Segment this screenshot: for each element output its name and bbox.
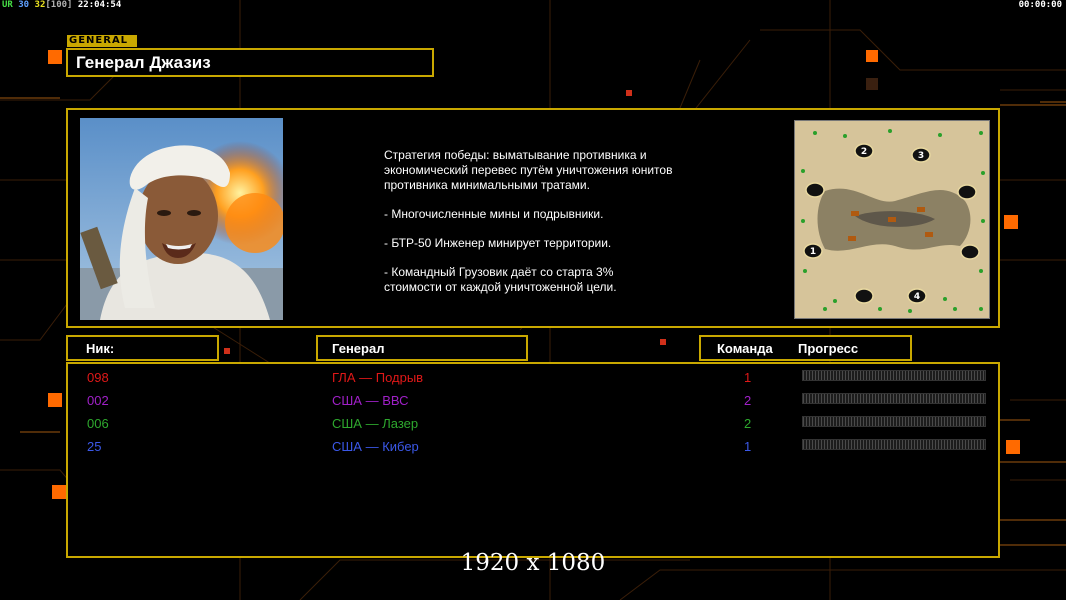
player-team: 1 <box>744 439 752 454</box>
header-team: Команда <box>717 341 773 356</box>
player-progress-bar <box>802 393 986 404</box>
general-description: Стратегия победы: выматывание противника… <box>384 148 744 309</box>
players-panel: 098 ГЛА — Подрыв 1 002 США — ВВС 2 006 С… <box>66 362 1000 558</box>
player-row[interactable]: 098 ГЛА — Подрыв 1 <box>68 367 998 387</box>
player-general: ГЛА — Подрыв <box>332 370 424 385</box>
desc-point-2: - БТР-50 Инженер минирует территории. <box>384 236 612 250</box>
deco-square <box>224 348 230 354</box>
desc-point-3: - Командный Грузовик даёт со старта 3% с… <box>384 265 617 294</box>
player-nick: 002 <box>87 393 109 408</box>
deco-square <box>626 90 632 96</box>
deco-square <box>52 485 66 499</box>
player-row[interactable]: 006 США — Лазер 2 <box>68 413 998 433</box>
player-team: 2 <box>744 393 752 408</box>
hud-stats: UR 30 32[100] 22:04:54 <box>2 0 121 10</box>
player-nick: 098 <box>87 370 109 385</box>
desc-point-1: - Многочисленные мины и подрывники. <box>384 207 604 221</box>
hud-num2: 32 <box>34 0 46 10</box>
header-progress: Прогресс <box>798 341 859 356</box>
player-general: США — ВВС <box>332 393 409 408</box>
hud-timer: 00:00:00 <box>1018 0 1062 10</box>
map-slot-3[interactable]: 3 <box>918 151 924 161</box>
header-nick: Ник: <box>86 341 115 356</box>
resolution-label: 1920 x 1080 <box>460 550 606 576</box>
hud-num3: [100] <box>45 0 73 10</box>
header-nick-box: Ник: <box>66 335 219 361</box>
player-progress-bar <box>802 416 986 427</box>
deco-square <box>1006 440 1020 454</box>
player-team: 2 <box>744 416 752 431</box>
hud-num1: 30 <box>18 0 30 10</box>
header-team-progress-box: Команда Прогресс <box>699 335 912 361</box>
map-slot-4[interactable]: 4 <box>914 292 920 302</box>
player-general: США — Лазер <box>332 416 419 431</box>
deco-square <box>48 393 62 407</box>
header-general-box: Генерал <box>316 335 528 361</box>
deco-square <box>866 50 878 62</box>
player-team: 1 <box>744 370 752 385</box>
player-general: США — Кибер <box>332 439 419 454</box>
desc-strategy: Стратегия победы: выматывание противника… <box>384 148 673 192</box>
general-title-box: Генерал Джазиз <box>66 48 434 77</box>
player-nick: 006 <box>87 416 109 431</box>
general-tag: GENERAL <box>67 35 137 47</box>
player-progress-bar <box>802 439 986 450</box>
map-preview[interactable]: 1 2 3 4 <box>794 120 990 319</box>
hud-tag: UR <box>2 0 13 10</box>
map-slot-1[interactable]: 1 <box>810 247 816 257</box>
deco-square <box>1004 215 1018 229</box>
header-general: Генерал <box>332 341 385 356</box>
deco-square <box>866 78 878 90</box>
player-progress-bar <box>802 370 986 381</box>
map-slot-2[interactable]: 2 <box>861 147 867 157</box>
general-name: Генерал Джазиз <box>76 53 211 72</box>
player-row[interactable]: 002 США — ВВС 2 <box>68 390 998 410</box>
hud-clock: 22:04:54 <box>77 0 122 10</box>
player-row[interactable]: 25 США — Кибер 1 <box>68 436 998 456</box>
deco-square <box>48 50 62 64</box>
general-portrait <box>80 118 283 320</box>
player-nick: 25 <box>87 439 102 454</box>
deco-square <box>660 339 666 345</box>
